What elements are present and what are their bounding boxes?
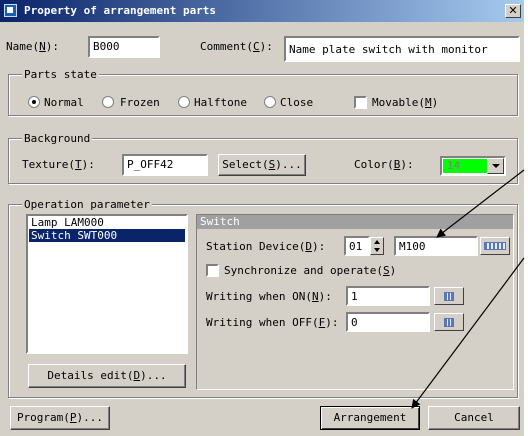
arrow-to-device-input: [436, 169, 525, 238]
arrow-to-arrangement-button: [411, 257, 525, 409]
annotation-arrows: [411, 169, 525, 409]
